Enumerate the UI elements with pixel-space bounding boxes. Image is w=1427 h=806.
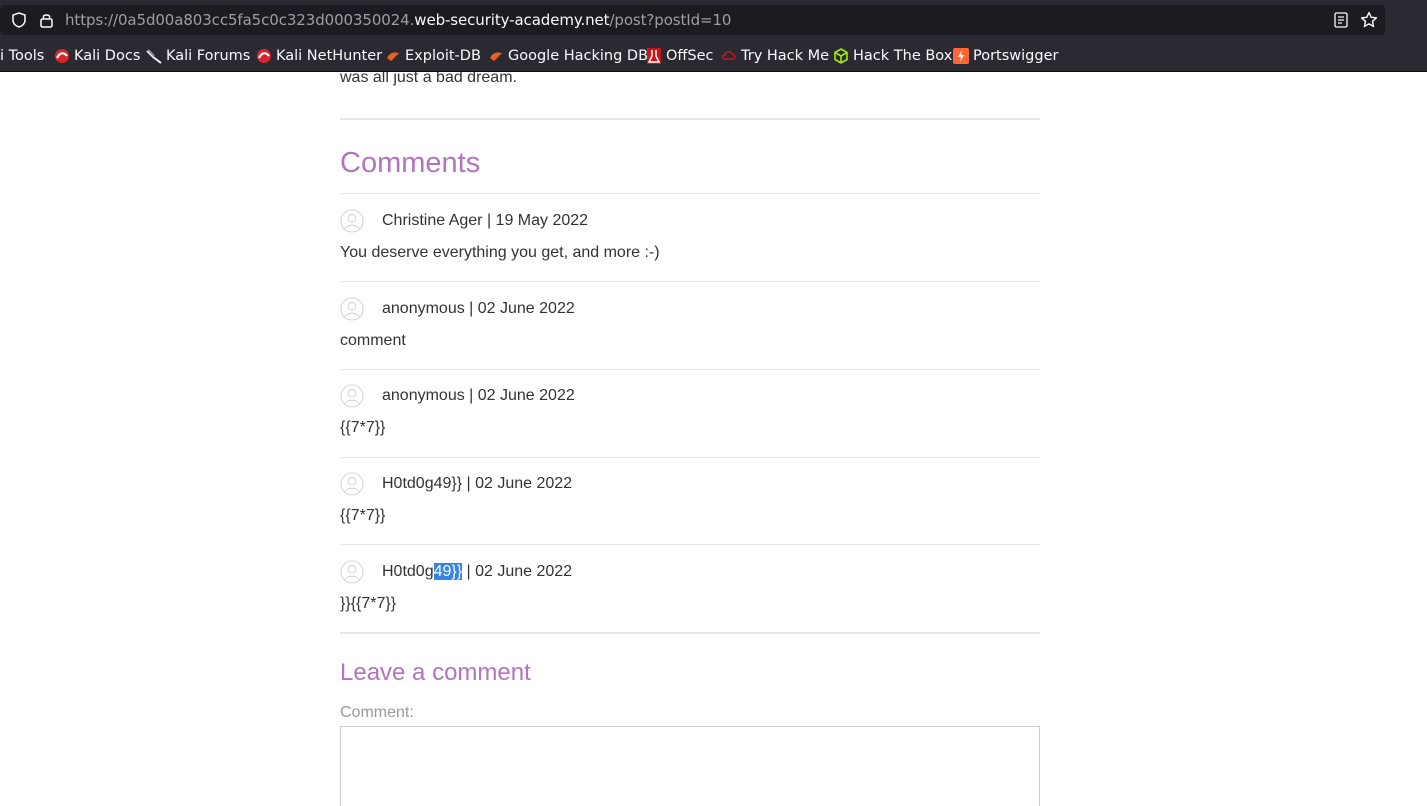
avatar-icon — [340, 472, 364, 496]
comment-label: Comment: — [340, 704, 414, 721]
divider — [340, 281, 1040, 282]
bookmark-tools[interactable]: i Tools — [0, 47, 44, 65]
bookmark-label: OffSec — [666, 48, 714, 64]
comment-textarea[interactable] — [340, 726, 1040, 806]
url-domain: web-security-academy.net — [414, 11, 610, 29]
exploit-db-icon — [387, 52, 399, 61]
bookmark-try-hack-me[interactable]: Try Hack Me — [721, 47, 829, 65]
page-content: was all just a bad dream. Comments Chris… — [0, 72, 1427, 806]
comment-body: }}{{7*7}} — [340, 595, 397, 612]
avatar-icon — [340, 384, 364, 408]
bookmark-kali-forums[interactable]: Kali Forums — [146, 47, 250, 65]
post-trailing-text: was all just a bad dream. — [340, 72, 517, 86]
bookmark-hack-the-box[interactable]: Hack The Box — [833, 47, 952, 65]
bookmark-kali-nethunter[interactable]: Kali NetHunter — [256, 47, 382, 65]
bookmark-exploit-db[interactable]: Exploit-DB — [385, 47, 481, 65]
bookmark-label: Portswigger — [973, 48, 1059, 64]
avatar-icon — [340, 560, 364, 584]
bookmark-label: Kali Docs — [74, 48, 141, 64]
comment-date: 02 June 2022 — [475, 475, 573, 492]
comment-body: comment — [340, 332, 406, 349]
url-prefix: https://0a5d00a803cc5fa5c0c323d000350024… — [65, 11, 415, 29]
comment-author: H0td0g — [382, 563, 434, 580]
bookmark-label: Kali Forums — [166, 48, 251, 64]
bookmark-offsec[interactable]: OffSec — [646, 47, 714, 65]
address-bar[interactable]: https://0a5d00a803cc5fa5c0c323d000350024… — [0, 5, 1385, 35]
url-text[interactable]: https://0a5d00a803cc5fa5c0c323d000350024… — [65, 11, 731, 29]
comment-meta: anonymous | 02 June 2022 — [382, 387, 575, 405]
comment-meta: H0td0g49}} | 02 June 2022 — [382, 475, 572, 493]
comment-meta: anonymous | 02 June 2022 — [382, 300, 575, 318]
comment-body: {{7*7}} — [340, 419, 386, 436]
selected-text: 49}} — [433, 563, 463, 580]
comment-author: H0td0g49}} — [382, 475, 463, 492]
lock-icon[interactable] — [40, 12, 53, 28]
meta-separator: | — [464, 300, 478, 317]
comment-meta: H0td0g49}} | 02 June 2022 — [382, 563, 572, 581]
divider — [340, 118, 1040, 120]
bookmark-label: Exploit-DB — [405, 48, 481, 64]
divider — [340, 369, 1040, 370]
divider — [340, 632, 1040, 634]
bookmark-kali-docs[interactable]: Kali Docs — [54, 47, 140, 65]
bookmark-label: Kali NetHunter — [276, 48, 383, 64]
comment-author: anonymous — [382, 300, 465, 317]
divider — [340, 193, 1040, 194]
kali-nethunter-icon — [257, 49, 271, 63]
comment-author: Christine Ager — [382, 212, 483, 229]
avatar-icon — [340, 297, 364, 321]
bookmark-label: Google Hacking DB — [508, 48, 649, 64]
comment-date: 19 May 2022 — [495, 212, 589, 229]
comment-author: anonymous — [382, 387, 465, 404]
comment-body: {{7*7}} — [340, 507, 386, 524]
comment-date: 02 June 2022 — [477, 387, 575, 404]
hackthebox-icon — [834, 48, 848, 64]
comments-heading: Comments — [340, 147, 481, 179]
divider — [340, 457, 1040, 458]
comment-meta: Christine Ager | 19 May 2022 — [382, 212, 588, 230]
bookmark-label: Try Hack Me — [741, 48, 830, 64]
meta-separator: | — [464, 387, 478, 404]
meta-separator: | — [482, 212, 496, 229]
bookmark-label: Hack The Box — [853, 48, 953, 64]
kali-docs-icon — [55, 49, 69, 63]
leave-comment-heading: Leave a comment — [340, 659, 531, 686]
bookmark-portswigger[interactable]: Portswigger — [953, 47, 1058, 65]
url-path: /post?postId=10 — [609, 11, 732, 29]
offsec-icon — [647, 48, 661, 64]
kali-forums-icon — [146, 49, 162, 64]
bookmarks-toolbar: i Tools Kali Docs Kali Forums Kali NetHu… — [0, 40, 1427, 72]
browser-toolbar: https://0a5d00a803cc5fa5c0c323d000350024… — [0, 0, 1427, 40]
bookmark-google-hacking-db[interactable]: Google Hacking DB — [488, 47, 648, 65]
ghdb-icon — [490, 52, 502, 61]
avatar-icon — [340, 209, 364, 233]
comment-date: 02 June 2022 — [475, 563, 573, 580]
divider — [340, 544, 1040, 545]
bookmark-star-icon[interactable] — [1360, 11, 1378, 29]
portswigger-icon — [953, 48, 969, 64]
comment-date: 02 June 2022 — [477, 300, 575, 317]
tracking-protection-shield-icon[interactable] — [12, 12, 26, 28]
meta-separator: | — [462, 563, 476, 580]
bookmark-label: i Tools — [0, 48, 45, 64]
comment-body: You deserve everything you get, and more… — [340, 244, 660, 261]
tryhackme-icon — [721, 51, 736, 60]
meta-separator: | — [462, 475, 476, 492]
reader-view-icon[interactable] — [1334, 12, 1348, 28]
